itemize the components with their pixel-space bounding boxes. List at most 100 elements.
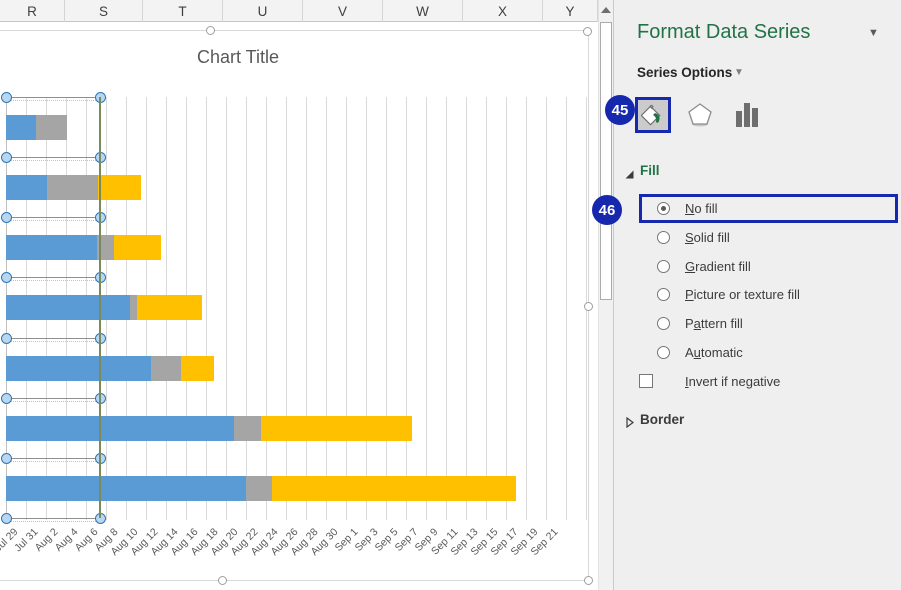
series-selection-outline[interactable] [6, 277, 100, 278]
border-collapse-icon[interactable] [626, 415, 634, 433]
gridline [286, 97, 287, 520]
selection-marker-line [99, 97, 101, 518]
invert-label: Invert if negative [685, 374, 781, 389]
option-row-automatic[interactable]: Automatic [639, 338, 897, 367]
selection-handle[interactable] [1, 333, 12, 344]
series-selection-outline-dotted [6, 461, 100, 462]
format-pane: Format Data Series ▼ Series Options ▼ Fi… [614, 0, 901, 590]
vertical-scrollbar[interactable] [598, 0, 614, 590]
selection-handle[interactable] [1, 272, 12, 283]
option-row-picture-or-texture-fill[interactable]: Picture or texture fill [639, 280, 897, 309]
series-selection-outline[interactable] [6, 338, 100, 339]
bar-segment-blue[interactable] [6, 235, 97, 260]
column-header-Y[interactable]: Y [543, 0, 598, 22]
invert-if-negative-row[interactable]: Invert if negative [639, 367, 897, 396]
option-label: No fill [685, 201, 718, 216]
chart-resize-handle[interactable] [218, 576, 227, 585]
column-header-X[interactable]: X [463, 0, 543, 22]
tab-series-options[interactable] [729, 97, 765, 133]
series-selection-outline[interactable] [6, 97, 100, 98]
option-label: Pattern fill [685, 316, 743, 332]
bar-segment-yellow[interactable] [98, 175, 141, 200]
selection-handle[interactable] [1, 212, 12, 223]
series-options-chevron-icon[interactable]: ▼ [734, 67, 744, 78]
gridline [306, 97, 307, 520]
column-header-U[interactable]: U [223, 0, 303, 22]
series-selection-outline-dotted [6, 401, 100, 402]
gridline [566, 97, 567, 520]
bar-segment-blue[interactable] [6, 356, 151, 381]
selection-handle[interactable] [1, 453, 12, 464]
column-header-R[interactable]: R [0, 0, 65, 22]
chart-title[interactable]: Chart Title [138, 47, 338, 68]
column-header-S[interactable]: S [65, 0, 143, 22]
bar-chart-icon [736, 103, 758, 127]
gridline [426, 97, 427, 520]
chart-border-bottom [0, 580, 589, 581]
bar-segment-blue[interactable] [6, 115, 36, 140]
series-options-label[interactable]: Series Options [637, 65, 732, 80]
chart-resize-handle[interactable] [584, 302, 593, 311]
series-selection-outline[interactable] [6, 217, 100, 218]
worksheet[interactable]: RSTUVWXY Chart Title Jul 29 Jul 31 Aug 2 Au… [0, 0, 598, 590]
scrollbar-thumb[interactable] [600, 22, 612, 300]
scroll-up-button[interactable] [599, 0, 613, 20]
series-selection-outline[interactable] [6, 157, 100, 158]
option-row-solid-fill[interactable]: Solid fill [639, 223, 897, 252]
bar-segment-yellow[interactable] [181, 356, 214, 381]
selection-handle[interactable] [1, 513, 12, 524]
chart-border-top [0, 30, 589, 31]
option-radio[interactable] [657, 317, 670, 331]
gridline [526, 97, 527, 520]
option-radio[interactable] [657, 259, 670, 273]
gridline [266, 97, 267, 520]
column-header-W[interactable]: W [383, 0, 463, 22]
pentagon-icon [688, 103, 712, 127]
pane-options-chevron-icon[interactable]: ▼ [868, 27, 879, 39]
tab-fill-line[interactable] [635, 97, 671, 133]
bar-segment-yellow[interactable] [114, 235, 161, 260]
series-selection-outline[interactable] [6, 458, 100, 459]
bar-segment-yellow[interactable] [137, 295, 202, 320]
fill-expand-icon[interactable] [625, 166, 634, 184]
annotation-circle-45: 45 [605, 95, 635, 125]
bar-segment-blue[interactable] [6, 416, 234, 441]
option-radio[interactable] [657, 230, 670, 244]
bar-segment-gray[interactable] [234, 416, 261, 441]
bar-segment-blue[interactable] [6, 295, 130, 320]
invert-checkbox[interactable] [639, 374, 653, 388]
chart-resize-handle[interactable] [583, 27, 592, 36]
bar-segment-gray[interactable] [47, 175, 98, 200]
border-section-label[interactable]: Border [640, 412, 684, 427]
gridline [226, 97, 227, 520]
bar-segment-gray[interactable] [246, 476, 272, 501]
column-header-T[interactable]: T [143, 0, 223, 22]
selection-handle[interactable] [1, 152, 12, 163]
radio-selected-dot [661, 206, 666, 211]
bar-segment-yellow[interactable] [261, 416, 412, 441]
tab-effects[interactable] [682, 97, 718, 133]
bar-segment-gray[interactable] [130, 295, 137, 320]
chart-resize-handle[interactable] [206, 26, 215, 35]
column-header-V[interactable]: V [303, 0, 383, 22]
bar-segment-yellow[interactable] [272, 476, 516, 501]
option-radio[interactable] [657, 202, 670, 215]
bar-segment-gray[interactable] [36, 115, 67, 140]
gridline [346, 97, 347, 520]
series-selection-outline-dotted [6, 160, 100, 161]
fill-section-label[interactable]: Fill [640, 163, 660, 178]
option-row-pattern-fill[interactable]: Pattern fill [639, 309, 897, 338]
bar-segment-gray[interactable] [151, 356, 181, 381]
option-radio[interactable] [657, 346, 670, 359]
option-row-no-fill[interactable]: No fill [639, 194, 897, 223]
selection-handle[interactable] [1, 393, 12, 404]
option-radio[interactable] [657, 288, 670, 302]
series-selection-outline-dotted [6, 100, 100, 101]
selection-handle[interactable] [1, 92, 12, 103]
chart-resize-handle[interactable] [584, 576, 593, 585]
option-row-gradient-fill[interactable]: Gradient fill [639, 252, 897, 281]
bar-segment-blue[interactable] [6, 175, 47, 200]
bar-segment-blue[interactable] [6, 476, 246, 501]
series-selection-outline[interactable] [6, 398, 100, 399]
series-selection-outline[interactable] [6, 518, 100, 519]
